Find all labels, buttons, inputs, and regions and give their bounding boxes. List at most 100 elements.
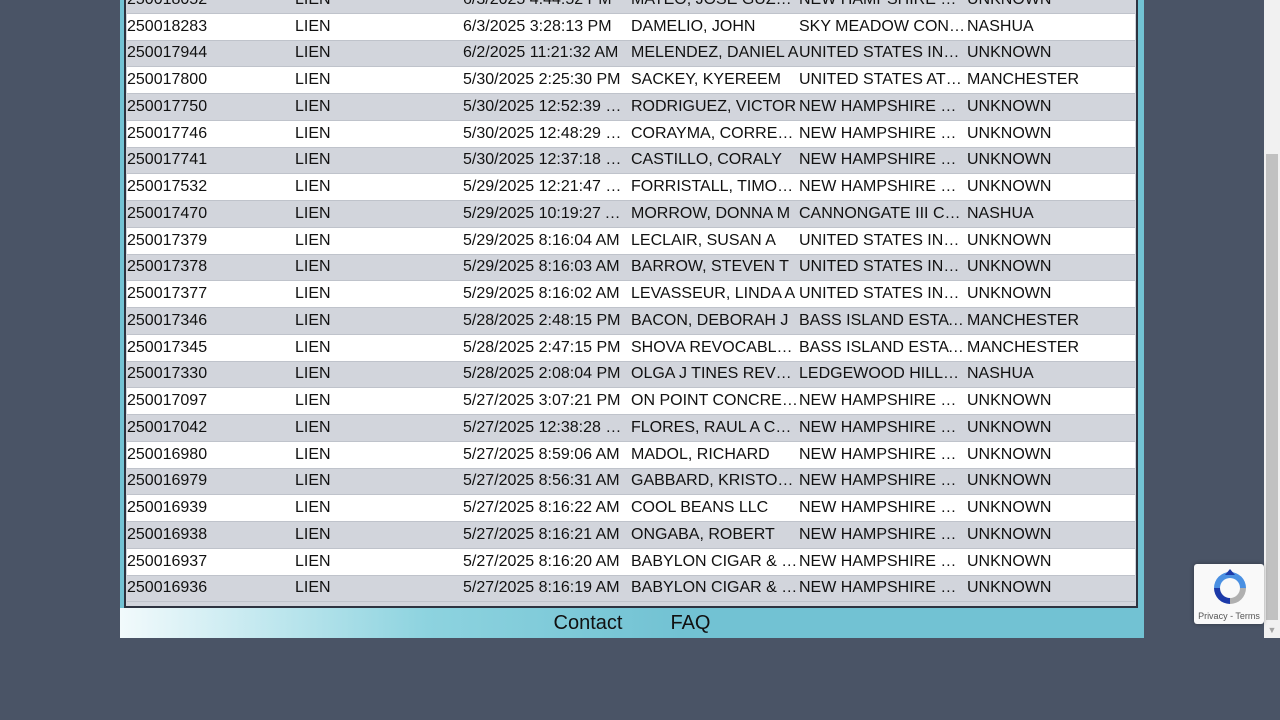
- table-row[interactable]: 250017741 LIEN 5/30/2025 12:37:18 P… CASTIL…: [127, 147, 1135, 175]
- table-row[interactable]: 250017379 LIEN 5/29/2025 8:16:04 AM LECLAIR…: [127, 227, 1135, 255]
- document-number-cell: 250016939: [127, 499, 208, 517]
- grantee-cell: NEW HAMPSHIRE ST…: [799, 525, 967, 543]
- type-cell: LIEN: [295, 418, 331, 436]
- type-cell: LIEN: [295, 0, 463, 9]
- recorded-date-cell: 5/30/2025 2:25:30 PM: [463, 71, 621, 89]
- recaptcha-links: Privacy - Terms: [1194, 611, 1264, 621]
- grantor-cell: FORRISTALL, TIMOTH…: [631, 178, 799, 196]
- table-row[interactable]: 250017470 LIEN 5/29/2025 10:19:27 A… MORROW…: [127, 201, 1135, 228]
- grid-rows: 250018052LIEN6/3/2025 4:44:52 PMMATEO, J…: [127, 0, 1135, 603]
- terms-link[interactable]: Terms: [1235, 611, 1260, 621]
- table-row[interactable]: 250018052LIEN6/3/2025 4:44:52 PMMATEO, J…: [127, 0, 1135, 14]
- grantee-cell: NEW HAMPSHIRE ST…: [799, 178, 967, 196]
- grantor-cell: CORAYMA, CORREA A: [631, 124, 799, 142]
- grantee-cell: NEW HAMPSHIRE ST…: [799, 445, 967, 463]
- document-number-cell: 250017345: [127, 338, 208, 356]
- recorded-date-cell: 5/27/2025 3:07:21 PM: [463, 392, 621, 410]
- page-scrollbar[interactable]: ▼: [1264, 0, 1280, 638]
- table-row[interactable]: 250017377 LIEN 5/29/2025 8:16:02 AM LEVASSE…: [127, 281, 1135, 308]
- recorded-date-cell: 6/3/2025 3:28:13 PM: [463, 17, 612, 35]
- document-number-cell: 250017532: [127, 178, 208, 196]
- table-row[interactable]: 250017330 LIEN 5/28/2025 2:08:04 PM OLGA J …: [127, 361, 1135, 389]
- town-cell: UNKNOWN: [967, 472, 1052, 490]
- table-row[interactable]: 250018283 LIEN 6/3/2025 3:28:13 PM DAMELIO,…: [127, 13, 1135, 41]
- grantee-cell: NEW HAMPSHIRE ST…: [799, 151, 967, 169]
- document-number-cell: 250017330: [127, 365, 208, 383]
- grantor-cell: LEVASSEUR, LINDA A: [631, 285, 796, 303]
- table-row[interactable]: 250017346 LIEN 5/28/2025 2:48:15 PM BACON, …: [127, 308, 1135, 335]
- table-row[interactable]: 250017532 LIEN 5/29/2025 12:21:47 P… FORRIS…: [127, 174, 1135, 201]
- town-cell: UNKNOWN: [967, 97, 1052, 115]
- recorded-date-cell: 5/28/2025 2:08:04 PM: [463, 365, 621, 383]
- document-number-cell: 250016937: [127, 552, 208, 570]
- type-cell: LIEN: [295, 97, 331, 115]
- town-cell: UNKNOWN: [967, 285, 1052, 303]
- table-row[interactable]: 250017378 LIEN 5/29/2025 8:16:03 AM BARROW,…: [127, 254, 1135, 282]
- grantor-cell: DAMELIO, JOHN: [631, 17, 756, 35]
- town-cell: UNKNOWN: [967, 178, 1052, 196]
- recorded-date-cell: 5/30/2025 12:37:18 P…: [463, 151, 631, 169]
- town-cell: UNKNOWN: [967, 151, 1052, 169]
- grantor-cell: MORROW, DONNA M: [631, 204, 791, 222]
- grantor-cell: BABYLON CIGAR & H…: [631, 552, 799, 570]
- type-cell: LIEN: [295, 445, 331, 463]
- table-row[interactable]: 250017800 LIEN 5/30/2025 2:25:30 PM SACKEY,…: [127, 67, 1135, 94]
- recorded-date-cell: 5/29/2025 8:16:03 AM: [463, 258, 620, 276]
- contact-link[interactable]: Contact: [554, 612, 623, 635]
- table-row[interactable]: 250017097 LIEN 5/27/2025 3:07:21 PM ON POIN…: [127, 388, 1135, 415]
- table-row[interactable]: 250016938 LIEN 5/27/2025 8:16:21 AM ONGABA,…: [127, 522, 1135, 549]
- grantee-cell: UNITED STATES INTE…: [799, 231, 967, 249]
- table-row[interactable]: 250016939 LIEN 5/27/2025 8:16:22 AM COOL BE…: [127, 495, 1135, 522]
- town-cell: UNKNOWN: [967, 0, 1135, 9]
- recaptcha-badge[interactable]: Privacy - Terms: [1194, 564, 1264, 624]
- footer: Contact FAQ: [120, 608, 1144, 638]
- type-cell: LIEN: [295, 151, 331, 169]
- document-number-cell: 250016979: [127, 472, 208, 490]
- document-number-cell: 250017741: [127, 151, 208, 169]
- grantee-cell: NEW HAMPSHIRE ST…: [799, 97, 967, 115]
- grantor-cell: BABYLON CIGAR & H…: [631, 579, 799, 597]
- type-cell: LIEN: [295, 338, 331, 356]
- table-row[interactable]: 250016980 LIEN 5/27/2025 8:59:06 AM MADOL, …: [127, 441, 1135, 469]
- town-cell: NASHUA: [967, 204, 1034, 222]
- grantee-cell: NEW HAMPSHIRE ST…: [799, 124, 967, 142]
- scroll-down-arrow-icon[interactable]: ▼: [1264, 622, 1280, 638]
- type-cell: LIEN: [295, 71, 331, 89]
- recorded-date-cell: 5/29/2025 8:16:02 AM: [463, 285, 620, 303]
- privacy-link[interactable]: Privacy: [1198, 611, 1228, 621]
- grantee-cell: NEW HAMPSHIRE ST…: [799, 472, 967, 490]
- town-cell: UNKNOWN: [967, 445, 1052, 463]
- type-cell: LIEN: [295, 231, 331, 249]
- results-grid: 250018052LIEN6/3/2025 4:44:52 PMMATEO, J…: [124, 0, 1138, 608]
- type-cell: LIEN: [295, 178, 331, 196]
- table-row[interactable]: 250017750 LIEN 5/30/2025 12:52:39 P… RODRIG…: [127, 94, 1135, 121]
- recorded-date-cell: 5/27/2025 8:16:22 AM: [463, 499, 620, 517]
- recorded-date-cell: 5/29/2025 8:16:04 AM: [463, 231, 620, 249]
- recaptcha-logo-icon: [1214, 569, 1246, 604]
- type-cell: LIEN: [295, 552, 331, 570]
- recorded-date-cell: 5/27/2025 8:16:20 AM: [463, 552, 620, 570]
- type-cell: LIEN: [295, 44, 331, 62]
- scrollbar-thumb[interactable]: [1266, 154, 1278, 620]
- type-cell: LIEN: [295, 124, 331, 142]
- type-cell: LIEN: [295, 17, 331, 35]
- grantee-cell: NEW HAMPSHIRE ST…: [799, 499, 967, 517]
- table-row[interactable]: 250016979 LIEN 5/27/2025 8:56:31 AM GABBARD…: [127, 468, 1135, 496]
- document-number-cell: 250017746: [127, 124, 208, 142]
- town-cell: UNKNOWN: [967, 44, 1052, 62]
- table-row[interactable]: 250017746 LIEN 5/30/2025 12:48:29 P… CORAYM…: [127, 120, 1135, 148]
- town-cell: UNKNOWN: [967, 258, 1052, 276]
- grantor-cell: COOL BEANS LLC: [631, 499, 769, 517]
- grantor-cell: CASTILLO, CORALY: [631, 151, 782, 169]
- document-number-cell: 250017379: [127, 231, 208, 249]
- table-row[interactable]: 250016937 LIEN 5/27/2025 8:16:20 AM BABYLON…: [127, 548, 1135, 576]
- faq-link[interactable]: FAQ: [670, 612, 710, 635]
- table-row[interactable]: 250017345 LIEN 5/28/2025 2:47:15 PM SHOVA R…: [127, 334, 1135, 362]
- grantee-cell: BASS ISLAND ESTAT…: [799, 311, 967, 329]
- table-row[interactable]: 250017042 LIEN 5/27/2025 12:38:28 P… FLORES…: [127, 415, 1135, 442]
- recorded-date-cell: 5/27/2025 8:56:31 AM: [463, 472, 620, 490]
- table-row[interactable]: 250016936 LIEN 5/27/2025 8:16:19 AM BABYLON…: [127, 575, 1135, 603]
- grantee-cell: NEW HAMPSHIRE ST…: [799, 392, 967, 410]
- type-cell: LIEN: [295, 365, 331, 383]
- table-row[interactable]: 250017944 LIEN 6/2/2025 11:21:32 AM MELENDE…: [127, 40, 1135, 68]
